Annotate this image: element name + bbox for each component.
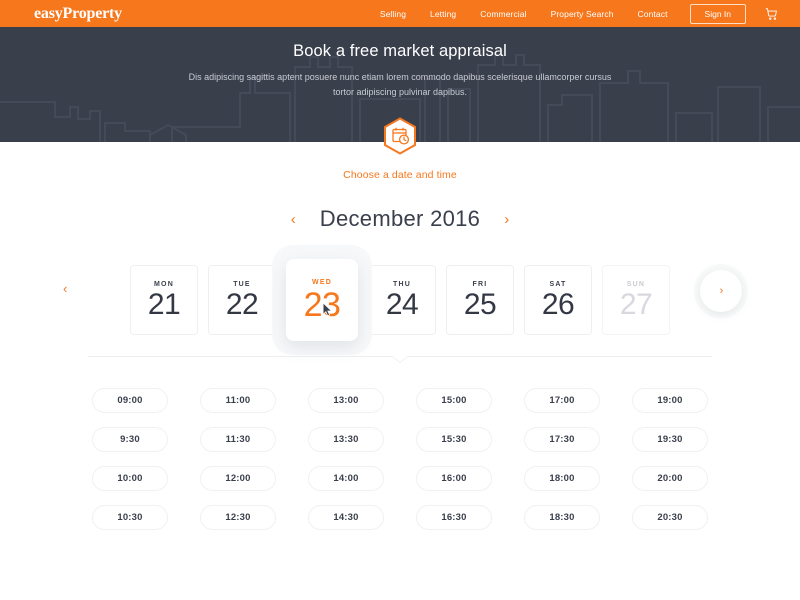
day-card-number: 22 xyxy=(225,287,259,321)
time-slot[interactable]: 18:00 xyxy=(524,466,600,491)
time-slot[interactable]: 10:00 xyxy=(92,466,168,491)
time-slot[interactable]: 14:00 xyxy=(308,466,384,491)
time-slot[interactable]: 16:00 xyxy=(416,466,492,491)
time-slot[interactable]: 13:30 xyxy=(308,427,384,452)
time-slot[interactable]: 09:00 xyxy=(92,388,168,413)
chevron-left-icon-month[interactable]: ‹ xyxy=(291,212,296,227)
day-card-number: 26 xyxy=(541,287,575,321)
day-card-23[interactable]: WED 23 xyxy=(286,259,358,341)
time-slot[interactable]: 11:30 xyxy=(200,427,276,452)
site-logo[interactable]: easyProperty xyxy=(34,5,122,23)
time-slot[interactable]: 18:30 xyxy=(524,505,600,530)
time-slot[interactable]: 17:00 xyxy=(524,388,600,413)
time-slot[interactable]: 15:30 xyxy=(416,427,492,452)
shopping-cart-icon[interactable] xyxy=(764,6,780,22)
time-slot[interactable]: 12:30 xyxy=(200,505,276,530)
time-slot[interactable]: 16:30 xyxy=(416,505,492,530)
day-card-21[interactable]: MON 21 xyxy=(130,265,198,335)
day-card-weekday: THU xyxy=(393,280,411,288)
time-slot[interactable]: 14:30 xyxy=(308,505,384,530)
time-slot[interactable]: 10:30 xyxy=(92,505,168,530)
day-card-number: 24 xyxy=(385,287,419,321)
month-title: December 2016 xyxy=(319,206,481,231)
day-card-weekday: TUE xyxy=(233,280,251,288)
time-slot[interactable]: 12:00 xyxy=(200,466,276,491)
day-card-27: SUN 27 xyxy=(602,265,670,335)
time-slot[interactable]: 19:30 xyxy=(632,427,708,452)
day-card-weekday: SAT xyxy=(549,280,567,288)
top-navigation-bar: easyProperty Selling Letting Commercial … xyxy=(0,0,800,27)
day-card-list: MON 21 TUE 22 WED 23 THU 24 FRI 25 SAT 2… xyxy=(125,259,675,341)
nav-item-contact[interactable]: Contact xyxy=(626,9,680,19)
section-label-choose-date-time: Choose a date and time xyxy=(343,169,457,181)
time-slot[interactable]: 15:00 xyxy=(416,388,492,413)
hero-subtitle: Dis adipiscing sagittis aptent posuere n… xyxy=(188,72,612,97)
time-slot[interactable]: 20:00 xyxy=(632,466,708,491)
nav-item-selling[interactable]: Selling xyxy=(368,9,418,19)
day-card-26[interactable]: SAT 26 xyxy=(524,265,592,335)
day-card-25[interactable]: FRI 25 xyxy=(446,265,514,335)
chevron-left-icon-days[interactable]: ‹ xyxy=(63,282,67,295)
day-card-weekday: SUN xyxy=(626,280,646,288)
time-slot[interactable]: 13:00 xyxy=(308,388,384,413)
time-slot[interactable]: 20:30 xyxy=(632,505,708,530)
time-slot-grid: 09:00 11:00 13:00 15:00 17:00 19:00 9:30… xyxy=(80,388,720,530)
day-card-number: 25 xyxy=(463,287,497,321)
divider-notch-indicator xyxy=(391,355,409,363)
day-card-number: 23 xyxy=(303,285,341,324)
day-card-number: 27 xyxy=(619,287,653,321)
day-card-weekday: WED xyxy=(312,278,332,286)
sign-in-button[interactable]: Sign In xyxy=(689,3,746,24)
day-selector-strip: ‹ MON 21 TUE 22 WED 23 THU 24 FRI 25 SAT xyxy=(0,250,800,350)
time-slot[interactable]: 17:30 xyxy=(524,427,600,452)
calendar-clock-badge xyxy=(383,117,417,155)
chevron-right-icon-days: › xyxy=(719,284,724,297)
hero-text-block: Book a free market appraisal Dis adipisc… xyxy=(0,27,800,100)
time-slot[interactable]: 9:30 xyxy=(92,427,168,452)
nav-item-commercial[interactable]: Commercial xyxy=(468,9,538,19)
next-days-button[interactable]: › xyxy=(700,270,742,312)
time-slot[interactable]: 11:00 xyxy=(200,388,276,413)
hero-title: Book a free market appraisal xyxy=(293,42,507,60)
calendar-clock-icon xyxy=(384,117,416,155)
day-card-weekday: MON xyxy=(154,280,174,288)
section-divider xyxy=(0,355,800,368)
nav-item-property-search[interactable]: Property Search xyxy=(539,9,626,19)
day-card-24[interactable]: THU 24 xyxy=(368,265,436,335)
day-card-weekday: FRI xyxy=(472,280,488,288)
main-navigation: Selling Letting Commercial Property Sear… xyxy=(368,3,786,24)
day-card-number: 21 xyxy=(147,287,181,321)
chevron-right-icon-month[interactable]: › xyxy=(504,212,509,227)
time-slot[interactable]: 19:00 xyxy=(632,388,708,413)
month-navigation: ‹ December 2016 › xyxy=(0,206,800,232)
nav-item-letting[interactable]: Letting xyxy=(418,9,468,19)
day-card-22[interactable]: TUE 22 xyxy=(208,265,276,335)
